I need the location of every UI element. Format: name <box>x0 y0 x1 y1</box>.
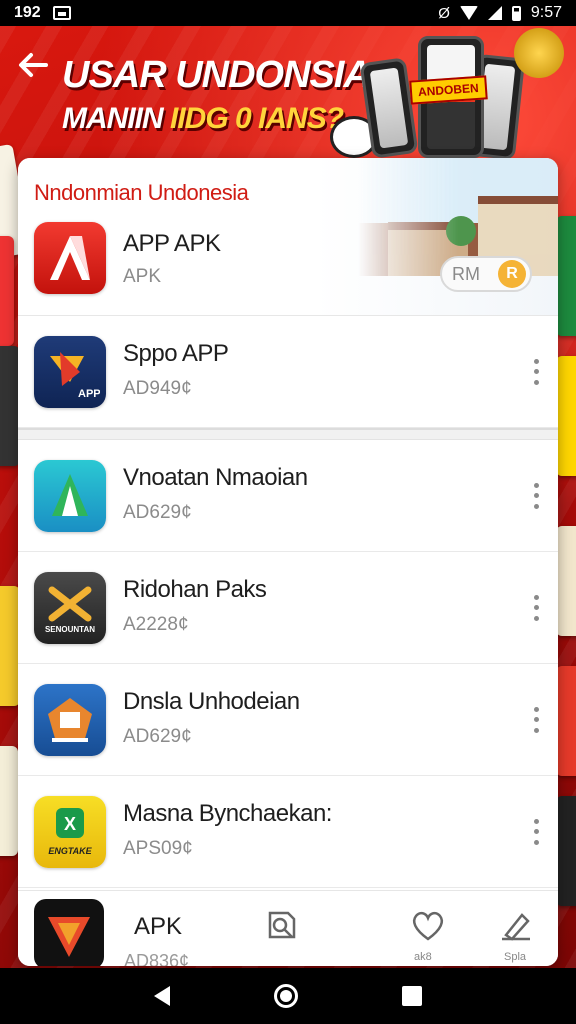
search-icon[interactable] <box>264 907 300 943</box>
panel-header: Nndonmian Undonesia APP APK APK RM R <box>18 158 558 316</box>
app-subtitle: AD629¢ <box>123 502 192 523</box>
side-card <box>556 216 576 336</box>
status-time: 192 <box>14 4 41 21</box>
nav-home-icon[interactable] <box>274 984 298 1008</box>
teal-app-icon <box>34 459 106 532</box>
nav-recents-icon[interactable] <box>402 986 422 1006</box>
side-card <box>556 356 576 476</box>
hero-subtitle-white: MANIIN <box>62 102 170 135</box>
app-name: Dnsla Unhodeian <box>123 688 300 715</box>
edit-icon[interactable] <box>498 907 534 943</box>
app-name: Sppo APP <box>123 340 229 367</box>
battery-icon <box>511 5 521 21</box>
panel-title: Nndonmian Undonesia <box>34 180 249 205</box>
app-subtitle: APS09¢ <box>123 838 193 859</box>
app-subtitle: AD949¢ <box>123 378 192 399</box>
app-name: Ridohan Paks <box>123 576 267 603</box>
hero-title: USAR UNDONSIA <box>62 54 371 96</box>
edit-caption: Spla <box>504 951 527 963</box>
app-subtitle: AD629¢ <box>123 726 192 747</box>
side-card <box>0 236 14 346</box>
bottom-nav: APK AD836¢ ak8 Spla <box>18 890 558 966</box>
red-app-icon <box>34 222 106 294</box>
more-options-icon[interactable] <box>530 706 542 733</box>
do-not-disturb-icon: Ø <box>438 4 450 22</box>
app-name: Vnoatan Nmaoian <box>123 464 308 491</box>
side-card <box>0 746 18 856</box>
dark-app-icon: SENOUNTAN <box>34 571 106 644</box>
blue-app-icon <box>34 683 106 756</box>
side-card <box>0 586 20 706</box>
back-arrow-icon[interactable] <box>16 48 52 84</box>
status-clock: 9:57 <box>530 4 562 21</box>
app-icon-text: APP <box>78 388 100 400</box>
hero-subtitle: MANIIN IIDG 0 IANS? <box>62 102 344 136</box>
wifi-icon <box>459 6 478 20</box>
heart-icon[interactable] <box>410 907 446 943</box>
app-name: APP APK <box>123 230 221 257</box>
app-icon-text: ENGTAKE <box>48 846 92 856</box>
nav-back-icon[interactable] <box>154 986 170 1006</box>
currency-toggle[interactable]: RM R <box>440 256 532 292</box>
app-row[interactable]: SENOUNTAN Ridohan Paks A2228¢ <box>18 552 558 664</box>
toggle-label: RM <box>452 263 480 284</box>
yellow-app-icon: X ENGTAKE <box>34 795 106 868</box>
bottom-nav-subtitle: AD836¢ <box>124 951 190 966</box>
bottom-nav-label: APK <box>134 913 183 940</box>
toggle-knob: R <box>498 260 526 288</box>
section-divider <box>18 428 558 440</box>
more-options-icon[interactable] <box>530 594 542 621</box>
image-notification-icon <box>52 6 71 20</box>
app-icon-text: SENOUNTAN <box>45 625 95 634</box>
more-options-icon[interactable] <box>530 358 542 385</box>
more-options-icon[interactable] <box>530 482 542 509</box>
navy-app-icon: APP <box>34 335 106 408</box>
side-card <box>556 796 576 906</box>
signal-icon <box>487 6 502 20</box>
app-row[interactable]: Vnoatan Nmaoian AD629¢ <box>18 440 558 552</box>
app-row[interactable]: APP Sppo APP AD949¢ <box>18 316 558 428</box>
side-card <box>0 346 20 466</box>
side-card <box>556 526 576 636</box>
heart-caption: ak8 <box>414 951 432 963</box>
app-list-panel: Nndonmian Undonesia APP APK APK RM R APP… <box>18 158 558 966</box>
system-nav-bar <box>0 968 576 1024</box>
side-card <box>556 666 576 776</box>
app-subtitle: A2228¢ <box>123 614 189 635</box>
svg-text:X: X <box>64 814 76 834</box>
garuda-emblem-icon <box>514 28 564 78</box>
hero-subtitle-yellow: IIDG 0 IANS? <box>170 102 344 135</box>
black-app-icon[interactable] <box>34 899 104 966</box>
app-row[interactable]: Dnsla Unhodeian AD629¢ <box>18 664 558 776</box>
app-row[interactable]: X ENGTAKE Masna Bynchaekan: APS09¢ <box>18 776 558 888</box>
more-options-icon[interactable] <box>530 818 542 845</box>
app-name: Masna Bynchaekan: <box>123 800 332 827</box>
app-subtitle: APK <box>123 266 162 287</box>
status-bar: 192 Ø 9:57 <box>0 0 576 26</box>
